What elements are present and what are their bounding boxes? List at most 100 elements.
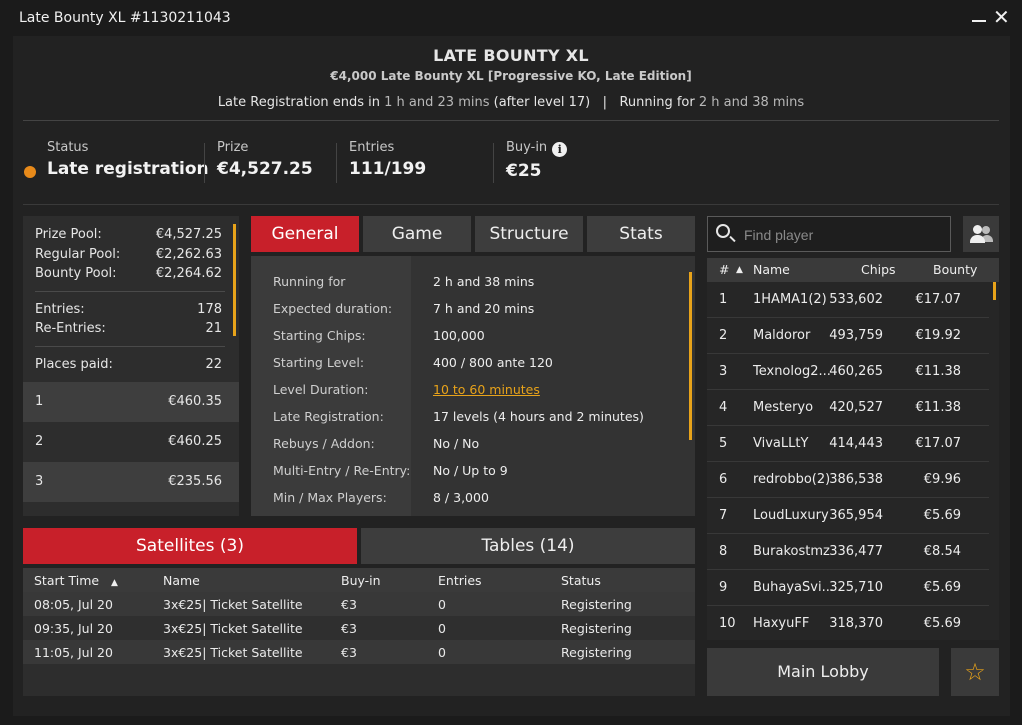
table-row[interactable]: 11:05, Jul 20 3x€25| Ticket Satellite €3… <box>23 640 695 664</box>
pool-divider <box>35 291 225 292</box>
entries-value: 111/199 <box>349 159 427 179</box>
stat-separator <box>493 143 494 183</box>
running-time: 2 h and 38 mins <box>698 95 805 110</box>
search-input[interactable] <box>744 225 944 245</box>
player-bounty: €17.07 <box>915 292 962 307</box>
sat-start: 09:35, Jul 20 <box>34 621 113 636</box>
payout-amount: €235.56 <box>168 474 222 489</box>
prize-pool-scrollbar[interactable] <box>233 224 236 336</box>
general-key: Expected duration: <box>273 301 393 316</box>
tab-tables[interactable]: Tables (14) <box>361 528 695 564</box>
player-bounty: €11.38 <box>915 364 962 379</box>
players-scrollbar[interactable] <box>993 282 996 300</box>
player-rank: 4 <box>719 400 728 415</box>
player-rank: 3 <box>719 364 728 379</box>
table-row[interactable]: 4 Mesteryo 420,527 €11.38 <box>707 390 989 426</box>
entries-count: 178 <box>197 302 222 317</box>
main-lobby-button[interactable]: Main Lobby <box>707 648 939 696</box>
minimize-icon[interactable] <box>972 20 986 22</box>
timing-separator: | <box>602 95 608 110</box>
payout-row: 3 €235.56 <box>23 462 239 502</box>
player-rank: 5 <box>719 436 728 451</box>
table-row[interactable]: 7 LoudLuxury 365,954 €5.69 <box>707 498 989 534</box>
places-paid-label: Places paid: <box>35 357 113 372</box>
player-search <box>707 216 951 252</box>
player-name: LoudLuxury <box>753 508 829 523</box>
player-chips: 318,370 <box>829 616 883 631</box>
prize-pool-label: Prize Pool: <box>35 227 102 242</box>
late-reg-suffix: (after level 17) <box>489 95 591 110</box>
general-key: Starting Level: <box>273 355 365 370</box>
col-status[interactable]: Status <box>561 573 601 588</box>
col-player-name[interactable]: Name <box>753 262 790 277</box>
sat-status: Registering <box>561 645 632 660</box>
status-dot-icon <box>24 166 36 178</box>
tab-satellites[interactable]: Satellites (3) <box>23 528 357 564</box>
general-key: Running for <box>273 274 346 289</box>
player-name: Maldoror <box>753 328 811 343</box>
col-buyin[interactable]: Buy-in <box>341 573 381 588</box>
entries-label: Entries: <box>35 302 85 317</box>
col-chips[interactable]: Chips <box>861 262 896 277</box>
table-row[interactable]: 10 HaxyuFF 318,370 €5.69 <box>707 606 989 640</box>
level-duration-link[interactable]: 10 to 60 minutes <box>433 382 540 397</box>
table-row[interactable]: 8 Burakostmz 336,477 €8.54 <box>707 534 989 570</box>
player-rank: 9 <box>719 580 728 595</box>
table-row[interactable]: 9 BuhayaSvi... 325,710 €5.69 <box>707 570 989 606</box>
col-entries[interactable]: Entries <box>438 573 482 588</box>
player-bounty: €5.69 <box>923 616 961 631</box>
table-row[interactable]: 08:05, Jul 20 3x€25| Ticket Satellite €3… <box>23 592 695 616</box>
friends-button[interactable] <box>963 216 999 252</box>
sort-ascending-icon: ▲ <box>111 578 118 588</box>
general-key: Min / Max Players: <box>273 490 387 505</box>
col-bounty[interactable]: Bounty <box>933 262 977 277</box>
table-row[interactable]: 09:35, Jul 20 3x€25| Ticket Satellite €3… <box>23 616 695 640</box>
regular-pool-label: Regular Pool: <box>35 247 121 262</box>
general-key: Late Registration: <box>273 409 384 424</box>
general-value: 2 h and 38 mins <box>433 274 535 289</box>
tab-stats[interactable]: Stats <box>587 216 695 252</box>
player-name: Mesteryo <box>753 400 814 415</box>
player-bounty: €9.96 <box>923 472 961 487</box>
info-icon[interactable]: i <box>552 142 568 157</box>
player-bounty: €19.92 <box>915 328 962 343</box>
col-name[interactable]: Name <box>163 573 200 588</box>
player-rank: 6 <box>719 472 728 487</box>
prize-stat: Prize €4,527.25 <box>217 140 313 179</box>
player-chips: 336,477 <box>829 544 883 559</box>
sort-ascending-icon[interactable]: ▲ <box>736 265 743 275</box>
players-header: # ▲ Name Chips Bounty <box>707 258 999 282</box>
table-row[interactable]: 5 VivaLLtY 414,443 €17.07 <box>707 426 989 462</box>
sat-status: Registering <box>561 621 632 636</box>
player-name: redrobbo(2) <box>753 472 831 487</box>
col-start-time[interactable]: Start Time ▲ <box>34 573 118 588</box>
table-row[interactable]: 3 Texnolog2... 460,265 €11.38 <box>707 354 989 390</box>
favorite-star-icon[interactable]: ☆ <box>951 648 999 696</box>
player-rank: 1 <box>719 292 728 307</box>
col-rank[interactable]: # <box>719 262 729 277</box>
late-reg-prefix: Late Registration ends in <box>217 95 385 110</box>
table-row[interactable]: 2 Maldoror 493,759 €19.92 <box>707 318 989 354</box>
payout-place: 3 <box>35 474 44 489</box>
bounty-pool-label: Bounty Pool: <box>35 266 117 281</box>
tab-game[interactable]: Game <box>363 216 471 252</box>
table-row[interactable]: 1 1HAMA1(2) 533,602 €17.07 <box>707 282 989 318</box>
player-bounty: €5.69 <box>923 580 961 595</box>
general-scrollbar[interactable] <box>689 272 692 440</box>
tab-structure[interactable]: Structure <box>475 216 583 252</box>
regular-pool-value: €2,262.63 <box>155 247 222 262</box>
col-start-time-label: Start Time <box>34 573 100 588</box>
window-title: Late Bounty XL #1130211043 <box>19 10 231 26</box>
friends-icon <box>982 226 990 234</box>
buyin-value: €25 <box>506 161 542 181</box>
status-value: Late registration <box>47 159 209 179</box>
entries-label: Entries <box>349 140 395 155</box>
payout-place: 1 <box>35 394 44 409</box>
close-icon[interactable]: ✕ <box>993 6 1010 28</box>
late-reg-time: 1 h and 23 mins <box>384 95 490 110</box>
player-name: BuhayaSvi... <box>753 580 834 595</box>
tab-general[interactable]: General <box>251 216 359 252</box>
sat-start: 11:05, Jul 20 <box>34 645 113 660</box>
table-row[interactable]: 6 redrobbo(2) 386,538 €9.96 <box>707 462 989 498</box>
sat-start: 08:05, Jul 20 <box>34 597 113 612</box>
